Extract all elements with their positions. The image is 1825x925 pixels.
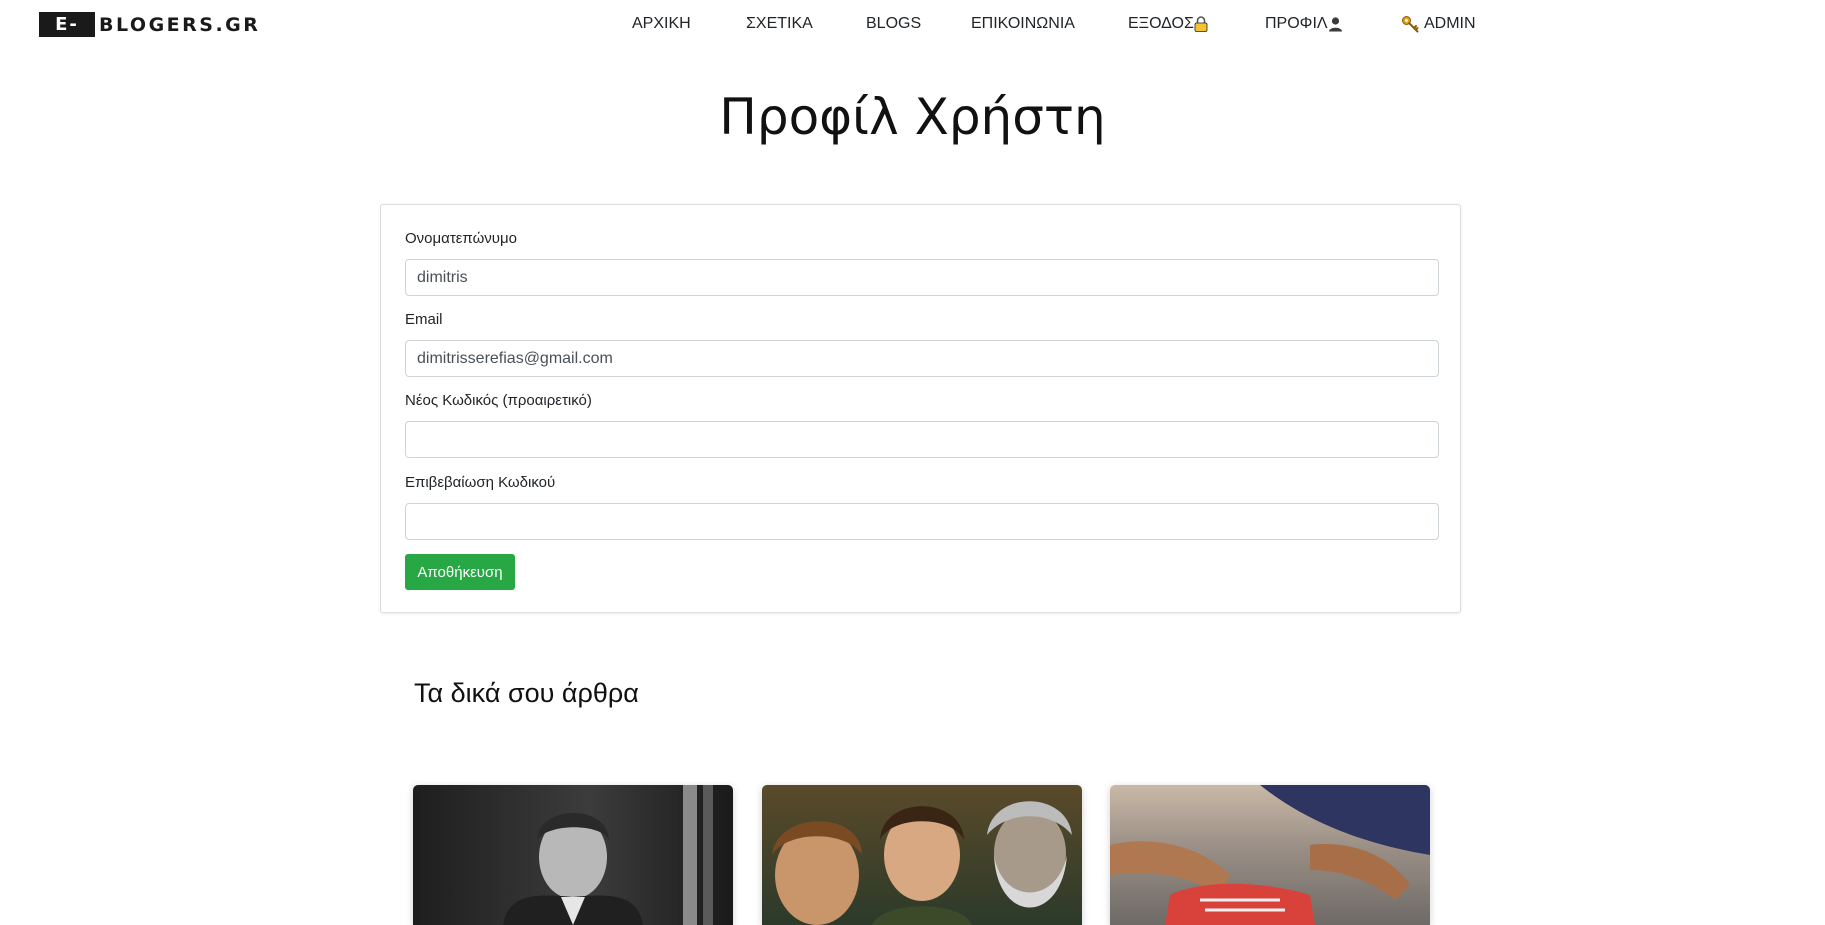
nav-link-contact[interactable]: ΕΠΙΚΟΙΝΩΝΙΑ	[971, 15, 1075, 33]
page-title: Προφίλ Χρήστη	[719, 88, 1106, 146]
new-password-label: Νέος Κωδικός (προαιρετικό)	[405, 392, 592, 409]
save-button[interactable]: Αποθήκευση	[405, 554, 515, 590]
article-card-2[interactable]	[762, 785, 1082, 925]
user-silhouette-icon	[1328, 16, 1343, 32]
nav-link-home[interactable]: ΑΡΧΙΚΗ	[632, 15, 691, 33]
email-input[interactable]	[405, 340, 1439, 377]
nav-link-admin[interactable]: ADMIN	[1401, 15, 1476, 33]
my-articles-title: Τα δικά σου άρθρα	[414, 678, 639, 708]
confirm-password-input[interactable]	[405, 503, 1439, 540]
nav-link-admin-label: ADMIN	[1424, 15, 1476, 32]
nav-link-blogs[interactable]: BLOGS	[866, 15, 921, 33]
nav-link-about[interactable]: ΣΧΕΤΙΚΑ	[746, 15, 813, 33]
confirm-password-label: Επιβεβαίωση Κωδικού	[405, 474, 556, 491]
nav-link-logout-label: ΕΞΟΔΟΣ	[1128, 15, 1194, 32]
navbar: E- BLOGERS.GR ΑΡΧΙΚΗ ΣΧΕΤΙΚΑ BLOGS ΕΠΙΚΟ…	[0, 0, 1825, 50]
key-icon	[1401, 15, 1419, 33]
new-password-input[interactable]	[405, 421, 1439, 458]
lock-icon	[1194, 16, 1208, 32]
article-thumbnail-2	[762, 785, 1082, 925]
article-thumbnail-3	[1110, 785, 1430, 925]
nav-link-profile[interactable]: ΠΡΟΦΙΛ	[1265, 15, 1343, 33]
email-label: Email	[405, 311, 443, 328]
nav-link-profile-label: ΠΡΟΦΙΛ	[1265, 15, 1328, 32]
nav-link-logout[interactable]: ΕΞΟΔΟΣ	[1128, 15, 1208, 33]
fullname-label: Ονοματεπώνυμο	[405, 230, 517, 247]
nav-links: ΑΡΧΙΚΗ ΣΧΕΤΙΚΑ BLOGS ΕΠΙΚΟΙΝΩΝΙΑ ΕΞΟΔΟΣ …	[0, 0, 1825, 50]
fullname-input[interactable]	[405, 259, 1439, 296]
article-card-1[interactable]	[413, 785, 733, 925]
article-card-3[interactable]	[1110, 785, 1430, 925]
profile-form-card: Ονοματεπώνυμο Email Νέος Κωδικός (προαιρ…	[380, 204, 1461, 613]
article-thumbnail-1	[413, 785, 733, 925]
